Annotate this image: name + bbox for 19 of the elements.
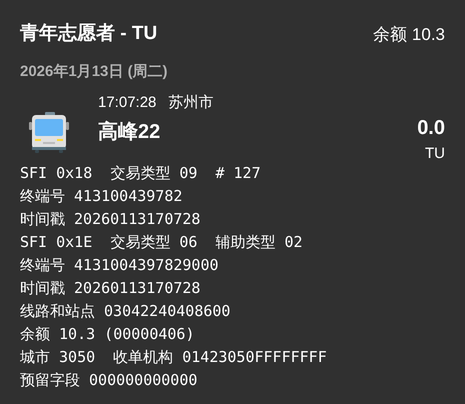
trip-amount: 0.0 — [417, 116, 445, 140]
detail-line: SFI 0x1E 交易类型 06 辅助类型 02 — [20, 232, 303, 252]
detail-line: 线路和站点 03042240408600 — [20, 300, 230, 322]
detail-line: SFI 0x18 交易类型 09 # 127 — [20, 162, 261, 184]
detail-line: 终端号 4131004397829000 — [20, 254, 219, 276]
detail-line: 终端号 413100439782 — [20, 186, 182, 206]
date-label: 2026年1月13日 (周二) — [19, 62, 169, 82]
trip-time: 17:07:28 — [98, 93, 156, 113]
trip-line: 高峰22 — [98, 120, 162, 144]
detail-line: 时间戳 20260113170728 — [20, 278, 200, 298]
trip-city: 苏州市 — [168, 93, 214, 113]
trip-currency: TU — [425, 144, 445, 164]
balance-label: 余额 10.3 — [373, 24, 445, 46]
detail-line: 城市 3050 收单机构 01423050FFFFFFFF — [20, 346, 327, 368]
detail-line: 预留字段 000000000000 — [20, 370, 198, 390]
app-title: 青年志愿者 - TU — [20, 22, 158, 46]
detail-line: 余额 10.3 (00000406) — [20, 324, 194, 344]
bus-icon — [29, 112, 69, 154]
detail-line: 时间戳 20260113170728 — [20, 208, 200, 230]
